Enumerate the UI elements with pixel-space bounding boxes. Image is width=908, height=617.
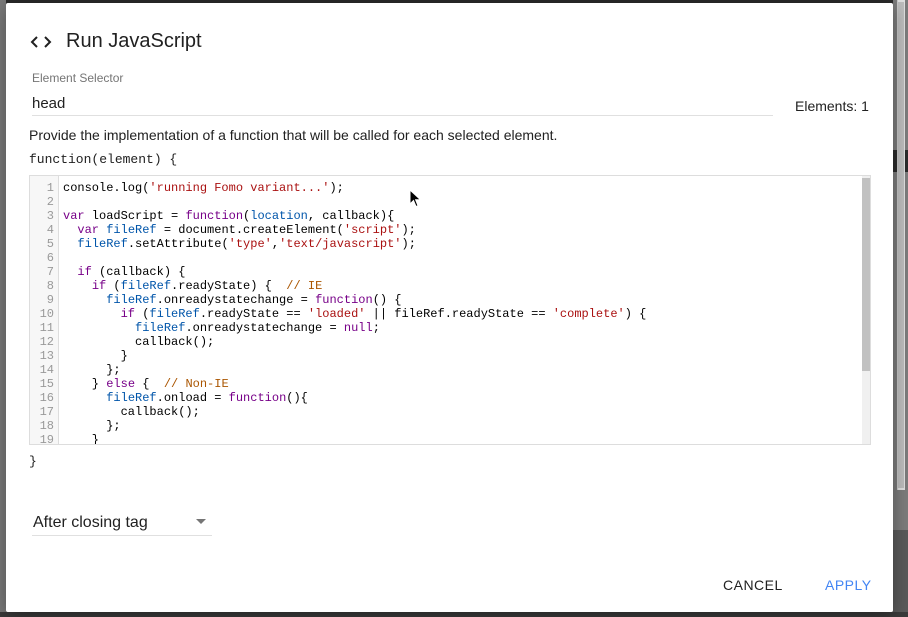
line-number: 18 xyxy=(39,419,54,433)
code-line[interactable]: 9 fileRef.onreadystatechange = function(… xyxy=(30,293,862,307)
code-line[interactable]: 7 if (callback) { xyxy=(30,265,862,279)
function-closing-brace: } xyxy=(29,454,37,469)
run-javascript-dialog: Run JavaScript Element Selector Elements… xyxy=(6,3,893,612)
line-number: 14 xyxy=(39,363,54,377)
code-line-text: fileRef.onreadystatechange = null; xyxy=(135,321,380,335)
line-number: 13 xyxy=(39,349,54,363)
elements-count: Elements: 1 xyxy=(795,98,869,114)
code-line-text: console.log('running Fomo variant...'); xyxy=(63,181,344,195)
line-number: 8 xyxy=(46,279,54,293)
line-number: 2 xyxy=(46,195,54,209)
line-number: 17 xyxy=(39,405,54,419)
code-line-text: } xyxy=(63,349,128,363)
line-number: 19 xyxy=(39,433,54,445)
code-line[interactable]: 3 var loadScript = function(location, cal… xyxy=(30,209,862,223)
code-line-text: var fileRef = document.createElement('sc… xyxy=(77,223,416,237)
element-selector-input[interactable] xyxy=(32,92,773,116)
line-number: 1 xyxy=(46,181,54,195)
function-signature: function(element) { xyxy=(29,152,178,167)
editor-scrollbar-thumb[interactable] xyxy=(862,178,870,371)
dropdown-arrow-icon xyxy=(196,519,206,524)
code-line[interactable]: 5 fileRef.setAttribute('type','text/java… xyxy=(30,237,862,251)
line-number: 16 xyxy=(39,391,54,405)
line-number: 5 xyxy=(46,237,54,251)
mouse-cursor-icon xyxy=(409,189,422,208)
dialog-header: Run JavaScript xyxy=(30,30,202,53)
code-line-text: callback(); xyxy=(63,335,215,349)
insert-position-value: After closing tag xyxy=(33,513,148,531)
code-line[interactable]: 17 callback(); xyxy=(30,405,862,419)
function-description: Provide the implementation of a function… xyxy=(29,127,558,143)
code-editor[interactable]: 1 console.log('running Fomo variant...');… xyxy=(29,175,871,445)
line-number: 4 xyxy=(46,223,54,237)
code-line-text: } xyxy=(63,433,100,445)
code-line-text: fileRef.setAttribute('type','text/javasc… xyxy=(77,237,416,251)
apply-button[interactable]: APPLY xyxy=(825,577,872,593)
code-line-text: } else { // Non-IE xyxy=(63,377,229,391)
code-icon xyxy=(30,33,52,51)
code-line-text: if (fileRef.readyState == 'loaded' || fi… xyxy=(120,307,647,321)
line-number: 12 xyxy=(39,335,54,349)
line-number: 7 xyxy=(46,265,54,279)
code-line[interactable]: 14 }; xyxy=(30,363,862,377)
code-line-text: fileRef.onreadystatechange = function() … xyxy=(106,293,402,307)
element-selector-label: Element Selector xyxy=(32,71,124,85)
code-line[interactable]: 18 }; xyxy=(30,419,862,433)
line-number: 3 xyxy=(46,209,54,223)
code-line[interactable]: 19 } xyxy=(30,433,862,445)
dialog-scrollbar-thumb[interactable] xyxy=(898,2,904,488)
line-number: 10 xyxy=(39,307,54,321)
code-line-text: if (callback) { xyxy=(77,265,186,279)
background-page-block-lower xyxy=(893,530,908,617)
line-number: 9 xyxy=(46,293,54,307)
code-line[interactable]: 11 fileRef.onreadystatechange = null; xyxy=(30,321,862,335)
code-line[interactable]: 1 console.log('running Fomo variant...'); xyxy=(30,181,862,195)
line-number: 15 xyxy=(39,377,54,391)
code-line[interactable]: 10 if (fileRef.readyState == 'loaded' ||… xyxy=(30,307,862,321)
code-line-text: var loadScript = function(location, call… xyxy=(63,209,395,223)
code-line[interactable]: 15 } else { // Non-IE xyxy=(30,377,862,391)
code-line[interactable]: 16 fileRef.onload = function(){ xyxy=(30,391,862,405)
code-line-text: }; xyxy=(63,363,121,377)
code-line-text: callback(); xyxy=(63,405,200,419)
code-line[interactable]: 4 var fileRef = document.createElement('… xyxy=(30,223,862,237)
dialog-title: Run JavaScript xyxy=(66,30,202,52)
code-line-text: if (fileRef.readyState) { // IE xyxy=(91,279,323,293)
cancel-button[interactable]: CANCEL xyxy=(723,577,783,593)
code-line[interactable]: 2 xyxy=(30,195,862,209)
code-line[interactable]: 8 if (fileRef.readyState) { // IE xyxy=(30,279,862,293)
line-number: 6 xyxy=(46,251,54,265)
insert-position-select[interactable]: After closing tag xyxy=(32,510,212,536)
code-line-text: }; xyxy=(63,419,121,433)
line-number: 11 xyxy=(39,321,54,335)
code-lines[interactable]: 1 console.log('running Fomo variant...');… xyxy=(30,181,862,445)
code-line-text: fileRef.onload = function(){ xyxy=(106,391,308,405)
code-line[interactable]: 12 callback(); xyxy=(30,335,862,349)
background-page-footer xyxy=(0,612,908,617)
code-line[interactable]: 13 } xyxy=(30,349,862,363)
code-line[interactable]: 6 xyxy=(30,251,862,265)
